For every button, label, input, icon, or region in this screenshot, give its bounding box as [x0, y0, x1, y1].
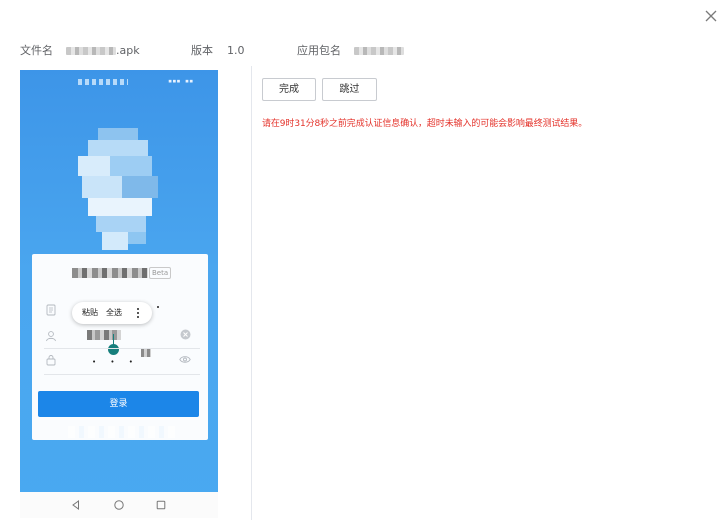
app-name-redacted — [72, 268, 148, 278]
done-button[interactable]: 完成 — [262, 78, 316, 101]
panel-divider — [251, 66, 252, 520]
footer-logos-redacted — [68, 426, 176, 438]
file-name-label: 文件名 — [20, 44, 53, 57]
back-icon[interactable] — [70, 499, 82, 511]
version-value: 1.0 — [227, 44, 245, 57]
cursor-handle[interactable] — [108, 344, 119, 355]
file-name-redacted — [66, 47, 116, 55]
file-name-value: .apk — [66, 43, 140, 59]
lock-icon — [46, 355, 56, 366]
package-name-redacted — [354, 47, 404, 55]
username-underline — [44, 348, 200, 349]
login-card: Beta 粘贴 全选 • • • 登录 — [32, 254, 208, 440]
package-name-label: 应用包名 — [297, 44, 341, 57]
beta-badge: Beta — [149, 267, 172, 279]
selection-marker — [157, 306, 159, 308]
file-name-suffix: .apk — [116, 44, 140, 57]
close-icon[interactable] — [702, 7, 720, 25]
text-context-menu: 粘贴 全选 — [72, 302, 152, 324]
status-time-redacted: ▪▪▪ ▪▪ — [168, 77, 194, 85]
clear-input-icon[interactable] — [180, 329, 191, 340]
package-name-value — [354, 43, 404, 59]
document-icon — [46, 304, 56, 316]
status-bar: ▪▪▪ ▪▪ — [20, 70, 218, 96]
file-info-row: 文件名 .apk 版本 1.0 应用包名 — [0, 43, 724, 59]
eye-icon[interactable] — [179, 355, 191, 364]
select-all-menu-item[interactable]: 全选 — [106, 308, 122, 318]
skip-button[interactable]: 跳过 — [322, 78, 377, 101]
recents-icon[interactable] — [155, 499, 167, 511]
deadline-notice: 请在9时31分8秒之前完成认证信息确认，超时未输入的可能会影响最终测试结果。 — [262, 119, 588, 129]
login-button[interactable]: 登录 — [38, 391, 199, 417]
home-icon[interactable] — [113, 499, 125, 511]
user-icon — [46, 331, 56, 342]
version-label: 版本 — [191, 44, 213, 57]
more-vertical-icon[interactable] — [136, 306, 140, 320]
password-underline — [44, 374, 200, 375]
password-field[interactable]: • • • — [92, 358, 139, 366]
paste-menu-item[interactable]: 粘贴 — [82, 308, 98, 318]
username-redacted[interactable] — [87, 330, 121, 340]
status-icons — [78, 79, 128, 85]
device-screenshot[interactable]: ▪▪▪ ▪▪ Beta 粘贴 全选 • • • 登录 — [20, 70, 218, 518]
username-redacted-tail — [141, 348, 151, 357]
android-nav-bar — [20, 492, 218, 518]
